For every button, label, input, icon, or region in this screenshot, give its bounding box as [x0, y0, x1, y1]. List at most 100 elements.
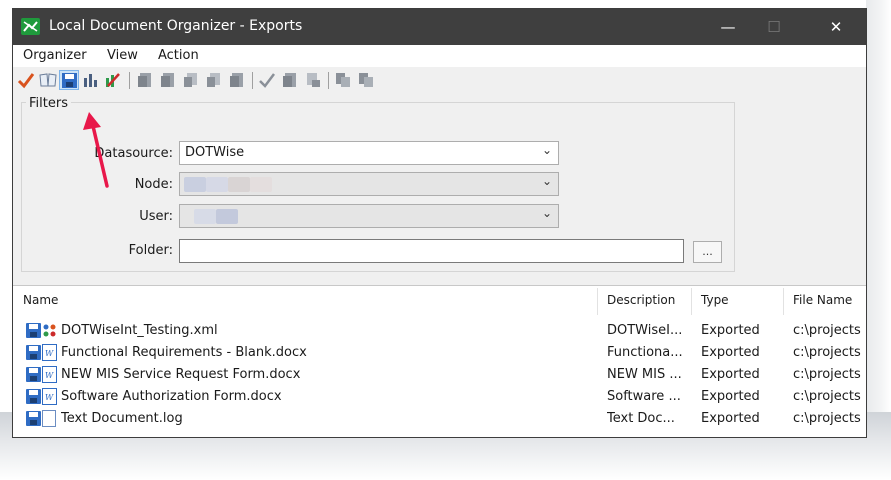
- linked-document-button[interactable]: [303, 70, 323, 90]
- document-button-2[interactable]: [158, 70, 178, 90]
- folder-label: Folder:: [128, 243, 173, 258]
- row-file-name: c:\projects: [793, 389, 861, 404]
- row-name: Text Document.log: [61, 411, 183, 426]
- redacted-value: [206, 177, 228, 192]
- column-divider[interactable]: [597, 288, 598, 315]
- minimize-button[interactable]: —: [705, 9, 751, 45]
- doc-icon: [230, 73, 243, 87]
- row-name: DOTWiseInt_Testing.xml: [61, 323, 218, 338]
- chevron-down-icon: ⌄: [541, 174, 552, 188]
- chevron-down-icon: ⌄: [541, 206, 552, 220]
- redacted-value: [194, 209, 216, 224]
- toolbar-separator: [328, 72, 329, 89]
- save-button[interactable]: [59, 70, 79, 90]
- text-file-icon: [42, 410, 56, 427]
- folder-field[interactable]: [179, 239, 684, 263]
- app-window: Local Document Organizer - Exports — ☐ ✕…: [12, 8, 867, 438]
- redacted-value: [216, 209, 238, 224]
- doc-import-icon: [207, 73, 220, 87]
- app-logo-icon: [21, 18, 40, 35]
- row-type: Exported: [701, 345, 760, 360]
- row-description: Text Doc...: [607, 411, 675, 426]
- saved-status-icon: [26, 411, 41, 426]
- node-dropdown[interactable]: ⌄: [179, 172, 559, 196]
- copy-button[interactable]: [333, 70, 353, 90]
- checkin-button[interactable]: [16, 70, 36, 90]
- row-name: Functional Requirements - Blank.docx: [61, 345, 307, 360]
- svg-text:W: W: [45, 371, 54, 380]
- row-name: Software Authorization Form.docx: [61, 389, 282, 404]
- export-document-button[interactable]: [181, 70, 201, 90]
- maximize-button[interactable]: ☐: [751, 9, 797, 45]
- window-drop-shadow-right: [866, 0, 891, 420]
- document-button-3[interactable]: [227, 70, 247, 90]
- datasource-dropdown[interactable]: DOTWise ⌄: [179, 141, 559, 165]
- menu-view[interactable]: View: [107, 48, 138, 63]
- confirm-button[interactable]: [257, 70, 277, 90]
- remove-columns-button[interactable]: [103, 70, 123, 90]
- user-label: User:: [139, 209, 173, 224]
- browse-button[interactable]: ...: [693, 241, 722, 263]
- menu-organizer[interactable]: Organizer: [23, 48, 87, 63]
- row-description: Software ...: [607, 389, 681, 404]
- check-icon: [259, 73, 275, 88]
- toolbar-separator: [252, 72, 253, 89]
- row-description: NEW MIS ...: [607, 367, 682, 382]
- document-button-1[interactable]: [135, 70, 155, 90]
- table-row[interactable]: DOTWiseInt_Testing.xml DOTWiseI... Expor…: [13, 320, 866, 342]
- save-icon: [61, 72, 77, 88]
- datasource-value: DOTWise: [185, 145, 245, 160]
- close-button[interactable]: ✕: [813, 9, 859, 45]
- paste-button[interactable]: [356, 70, 376, 90]
- copy-icon: [336, 73, 350, 87]
- remove-chart-icon: [106, 73, 120, 87]
- column-divider[interactable]: [783, 288, 784, 315]
- svg-text:W: W: [45, 349, 54, 358]
- column-header-name[interactable]: Name: [23, 293, 58, 307]
- toolbar-separator: [129, 72, 130, 89]
- column-divider[interactable]: [691, 288, 692, 315]
- row-type: Exported: [701, 367, 760, 382]
- column-chart-icon: [84, 74, 97, 87]
- title-bar[interactable]: Local Document Organizer - Exports — ☐ ✕: [13, 9, 866, 45]
- redacted-value: [184, 177, 206, 192]
- book-icon: [39, 73, 57, 87]
- document-button-4[interactable]: [280, 70, 300, 90]
- table-row[interactable]: W Software Authorization Form.docx Softw…: [13, 386, 866, 408]
- table-row[interactable]: Text Document.log Text Doc... Exported c…: [13, 408, 866, 430]
- row-file-name: c:\projects: [793, 323, 861, 338]
- redacted-value: [250, 177, 272, 192]
- window-title: Local Document Organizer - Exports: [49, 18, 303, 34]
- filters-legend: Filters: [26, 96, 71, 111]
- row-type: Exported: [701, 323, 760, 338]
- column-header-description[interactable]: Description: [607, 293, 675, 307]
- row-type: Exported: [701, 411, 760, 426]
- table-row[interactable]: W Functional Requirements - Blank.docx F…: [13, 342, 866, 364]
- doc-icon: [138, 73, 151, 87]
- saved-status-icon: [26, 389, 41, 404]
- word-file-icon: W: [42, 344, 57, 361]
- row-name: NEW MIS Service Request Form.docx: [61, 367, 301, 382]
- column-header-file-name[interactable]: File Name: [793, 293, 852, 307]
- node-label: Node:: [134, 177, 173, 192]
- import-document-button[interactable]: [204, 70, 224, 90]
- doc-icon: [161, 73, 174, 87]
- toolbar: [13, 67, 866, 95]
- redacted-value: [228, 177, 250, 192]
- table-row[interactable]: W NEW MIS Service Request Form.docx NEW …: [13, 364, 866, 386]
- user-dropdown[interactable]: ⌄: [179, 204, 559, 228]
- saved-status-icon: [26, 345, 41, 360]
- row-file-name: c:\projects: [793, 411, 861, 426]
- chevron-down-icon: ⌄: [541, 143, 552, 157]
- row-file-name: c:\projects: [793, 345, 861, 360]
- column-settings-button[interactable]: [81, 70, 101, 90]
- paste-icon: [359, 73, 373, 87]
- row-description: Functiona...: [607, 345, 683, 360]
- row-description: DOTWiseI...: [607, 323, 683, 338]
- check-icon: [17, 73, 35, 89]
- open-book-button[interactable]: [38, 70, 58, 90]
- menu-action[interactable]: Action: [158, 48, 199, 63]
- row-type: Exported: [701, 389, 760, 404]
- doc-export-icon: [184, 73, 197, 87]
- column-header-type[interactable]: Type: [701, 293, 729, 307]
